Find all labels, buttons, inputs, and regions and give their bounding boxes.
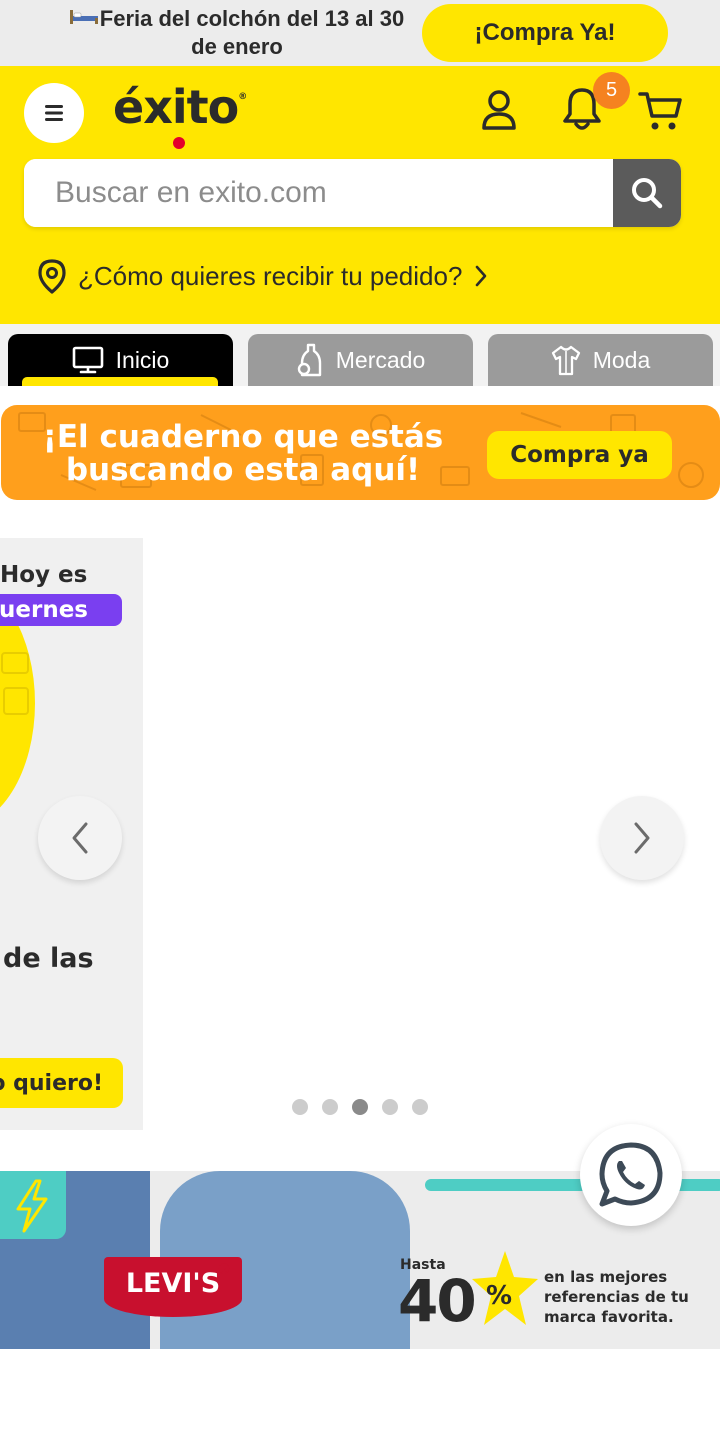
slide-subtitle: de las [3, 943, 94, 974]
levis-registered-mark: ® [218, 1261, 230, 1278]
account-button[interactable] [478, 88, 520, 132]
carousel-prev-button[interactable] [38, 796, 122, 880]
whatsapp-chat-button[interactable] [580, 1124, 682, 1226]
carousel-dot-3[interactable] [352, 1099, 368, 1115]
carousel-dot-4[interactable] [382, 1099, 398, 1115]
promo-buy-now-button[interactable]: ¡Compra Ya! [422, 4, 668, 62]
promo-strip: Feria del colchón del 13 al 30 de enero … [0, 0, 720, 66]
delivery-question-text: ¿Cómo quieres recibir tu pedido? [78, 260, 463, 291]
cart-button[interactable] [638, 90, 684, 132]
slide-title-line1: Hoy es [0, 562, 88, 588]
tab-moda[interactable]: Moda [488, 334, 713, 386]
chevron-right-icon [634, 822, 650, 854]
discount-percent-sign: % [486, 1281, 513, 1311]
promo-strip-text[interactable]: Feria del colchón del 13 al 30 de enero [62, 5, 412, 61]
site-header: éxito® 5 Buscar en exito.com ¿Cómo quier… [0, 66, 720, 324]
hero-carousel: Hoy es uernes de las o quiero! [0, 538, 720, 1130]
notebook-buy-button[interactable]: Compra ya [487, 431, 672, 479]
tab-moda-label: Moda [592, 346, 651, 373]
carousel-dot-2[interactable] [322, 1099, 338, 1115]
search-bar [24, 159, 681, 227]
tab-mercado[interactable]: Mercado [248, 334, 473, 386]
lightning-icon [16, 1179, 48, 1233]
logo-text: éxito [113, 80, 239, 134]
shirt-icon [551, 345, 580, 376]
chevron-right-icon [476, 265, 487, 287]
notebook-promo-banner[interactable]: ¡El cuaderno que estás buscando esta aqu… [1, 405, 720, 500]
tab-inicio-label: Inicio [115, 346, 170, 373]
tab-inicio[interactable]: Inicio [8, 334, 233, 386]
delivery-selector[interactable]: ¿Cómo quieres recibir tu pedido? [36, 256, 488, 296]
levis-banner-copy: en las mejores referencias de tu marca f… [544, 1268, 689, 1326]
user-icon [482, 90, 516, 130]
slide-cta-button[interactable]: o quiero! [0, 1058, 123, 1108]
bed-icon [69, 10, 98, 24]
bottle-icon [297, 343, 321, 377]
chevron-left-icon [72, 822, 88, 854]
whatsapp-icon [599, 1142, 663, 1207]
menu-button[interactable] [24, 83, 84, 143]
carousel-dot-1[interactable] [292, 1099, 308, 1115]
search-icon [632, 178, 663, 209]
search-input[interactable] [24, 159, 613, 227]
logo-registered-mark: ® [238, 92, 248, 102]
carousel-next-button[interactable] [600, 796, 684, 880]
exito-logo[interactable]: éxito® [113, 80, 248, 149]
exito-home-page: Feria del colchón del 13 al 30 de enero … [0, 0, 720, 1452]
notebook-banner-headline: ¡El cuaderno que estás buscando esta aqu… [42, 419, 444, 488]
discount-value: 40 [398, 1267, 477, 1335]
promo-strip-label: Feria del colchón del 13 al 30 de enero [99, 6, 405, 59]
menu-icon [45, 105, 63, 121]
monitor-icon [72, 346, 103, 374]
logo-red-dot [173, 137, 185, 149]
lightning-tile [0, 1171, 66, 1239]
slide-title-pill: uernes [0, 594, 122, 626]
location-pin-icon [38, 259, 66, 294]
carousel-dot-5[interactable] [412, 1099, 428, 1115]
notification-count-badge: 5 [593, 72, 630, 109]
slide-doodle [1, 652, 29, 715]
active-tab-indicator [22, 377, 218, 386]
tab-mercado-label: Mercado [335, 346, 426, 373]
carousel-pagination [292, 1099, 442, 1115]
search-button[interactable] [613, 159, 681, 227]
category-tabs: Inicio Mercado Moda [0, 324, 720, 386]
cart-icon [638, 92, 682, 130]
